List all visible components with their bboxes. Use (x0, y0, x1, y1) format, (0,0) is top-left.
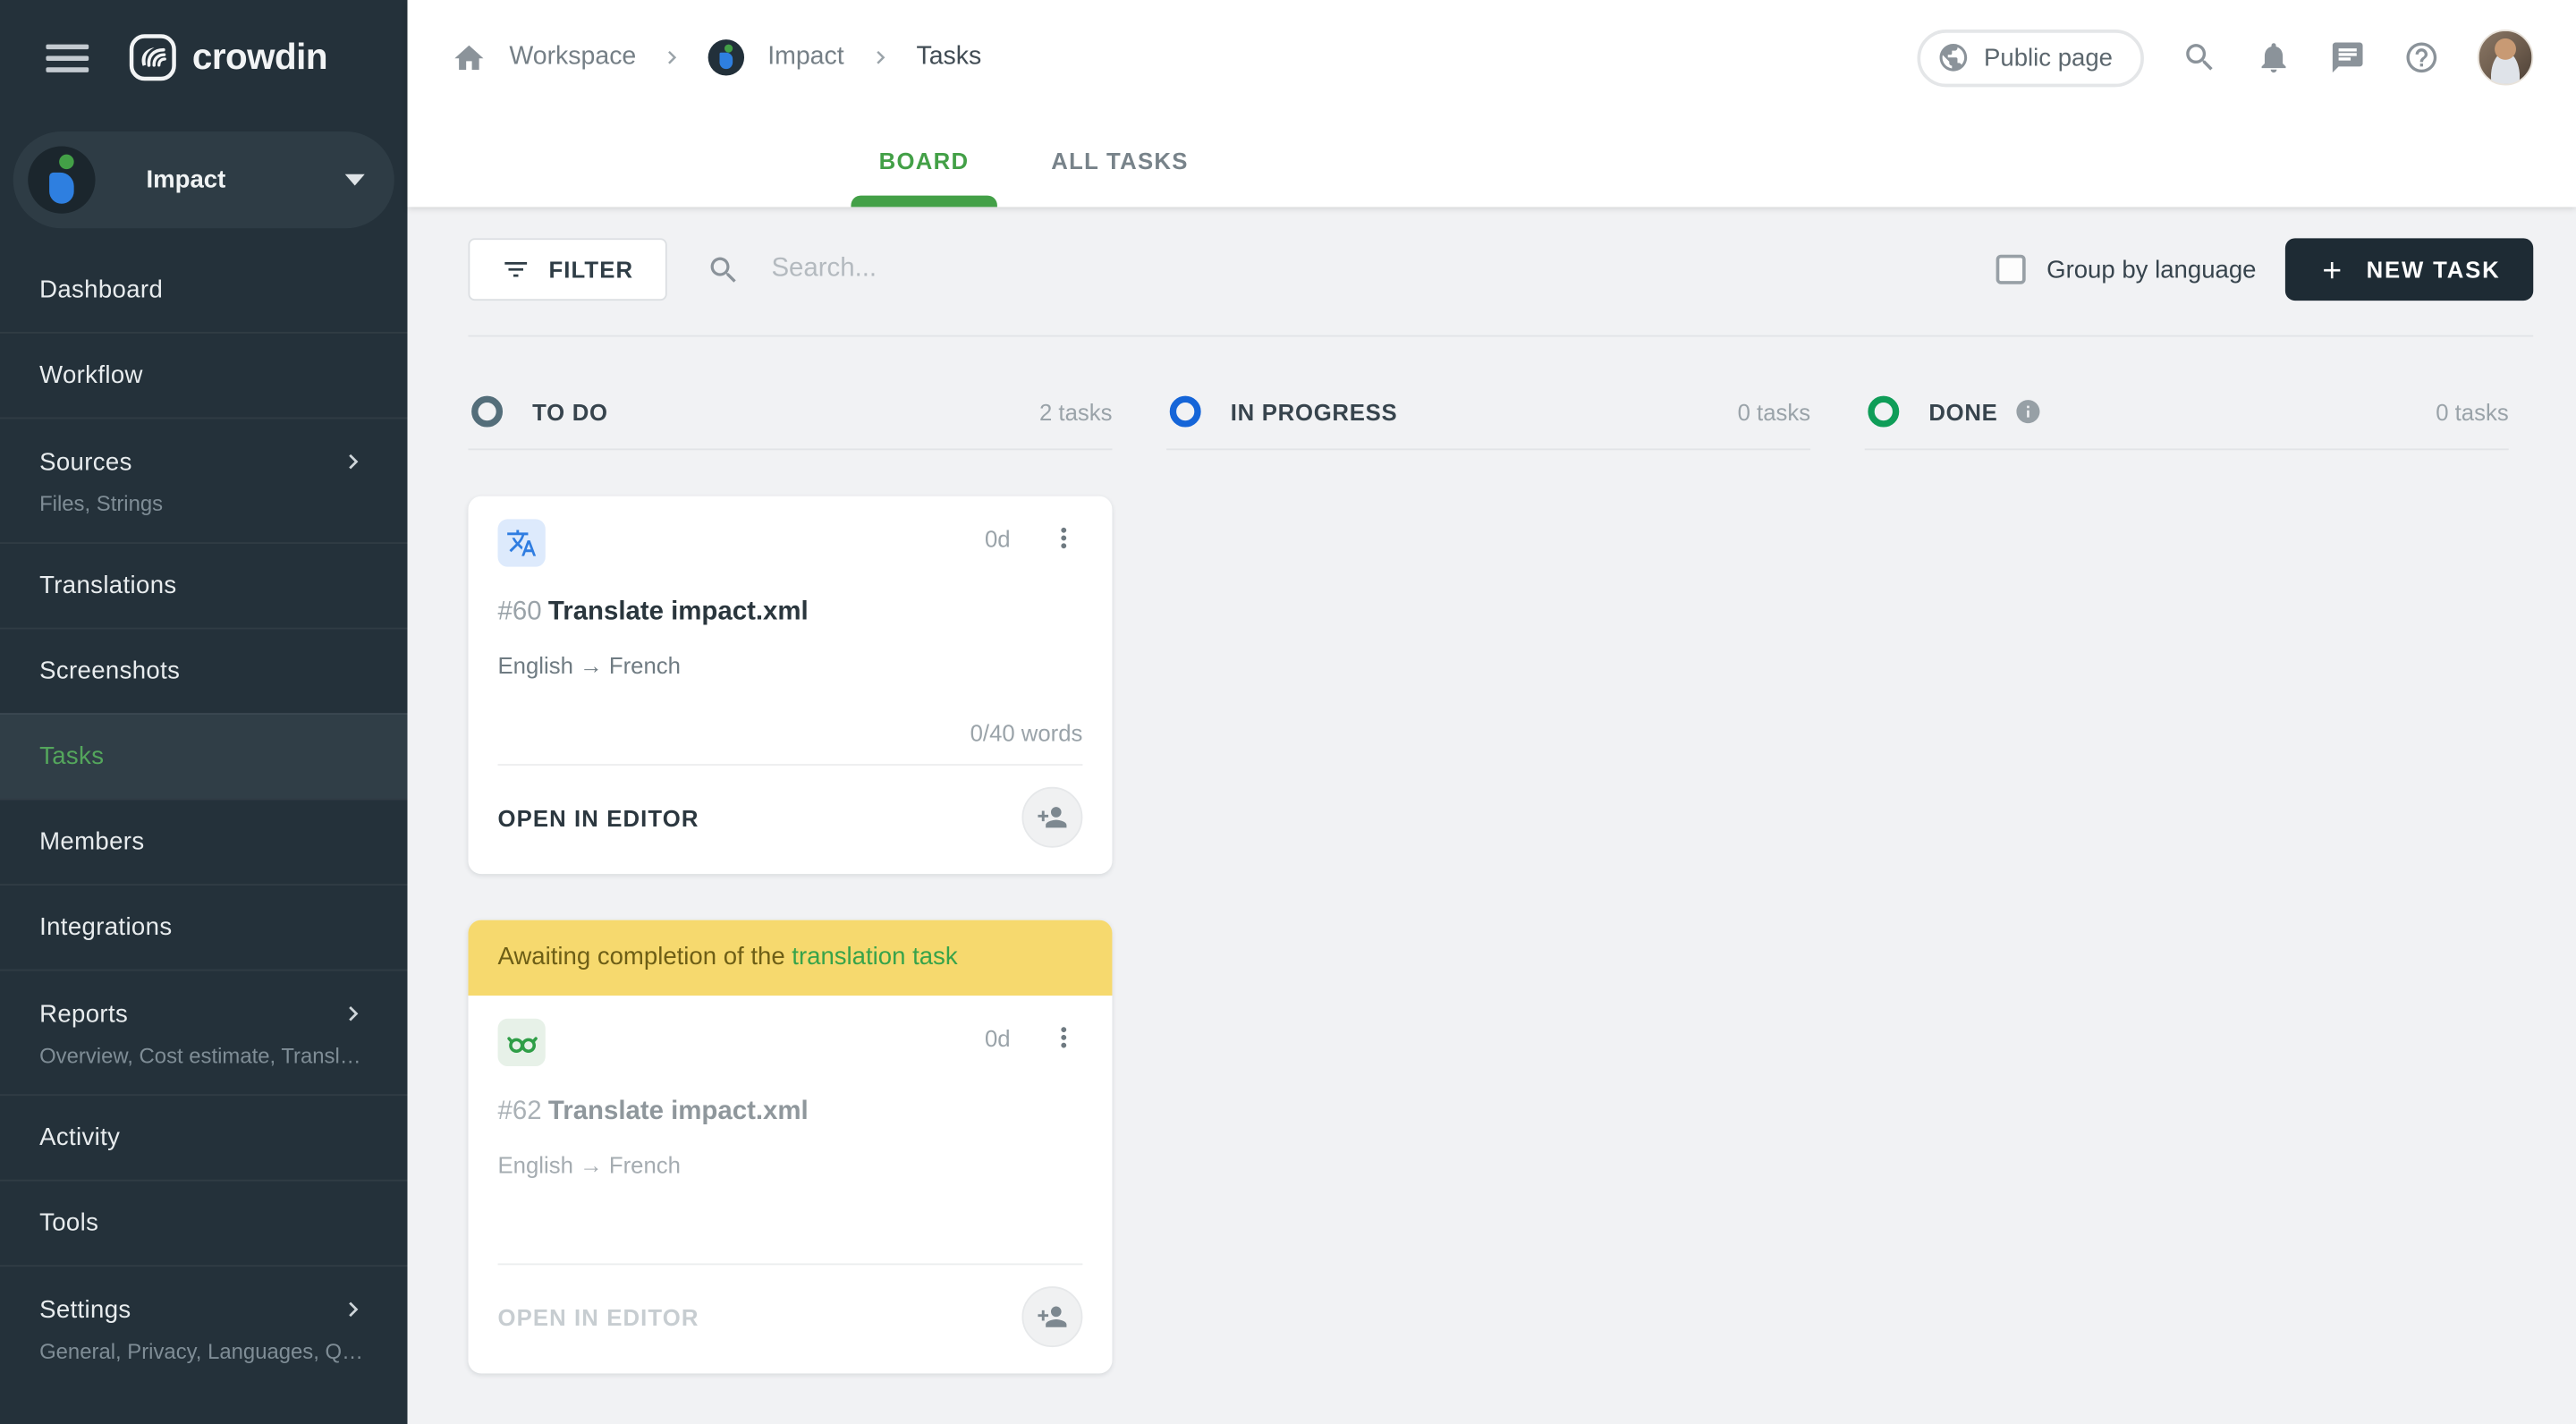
filter-button[interactable]: FILTER (468, 238, 666, 301)
sidebar-item-sources[interactable]: Sources Files, Strings (0, 417, 408, 543)
app-window: crowdin Impact Dashboard Workflow Source… (0, 0, 2576, 1424)
user-avatar[interactable] (2477, 30, 2534, 86)
crowdin-wordmark: crowdin (191, 36, 328, 78)
active-tab-indicator (851, 195, 997, 208)
task-board: FILTER Group by language NEW TASK (407, 207, 2576, 1424)
sidebar-item-screenshots[interactable]: Screenshots (0, 627, 408, 714)
column-header-todo: TO DO 2 tasks (468, 395, 1113, 451)
breadcrumb-workspace[interactable]: Workspace (509, 43, 636, 72)
divider (497, 764, 1083, 766)
column-in-progress: IN PROGRESS 0 tasks (1166, 395, 1811, 1374)
proofread-task-icon (497, 1018, 546, 1067)
globe-icon (1936, 41, 1970, 74)
sidebar-item-translations[interactable]: Translations (0, 542, 408, 628)
task-count: 0 tasks (2436, 398, 2509, 425)
task-language-pair: English → French (497, 1151, 681, 1178)
chevron-down-icon (344, 174, 365, 186)
sidebar-item-activity[interactable]: Activity (0, 1094, 408, 1180)
breadcrumb-project[interactable]: Impact (767, 43, 843, 72)
page-header: Workspace Impact Tasks Public page BOARD… (407, 0, 2576, 208)
open-in-editor-link-disabled: OPEN IN EDITOR (497, 1303, 699, 1330)
sidebar-item-tasks[interactable]: Tasks (0, 713, 408, 799)
tabs: BOARD ALL TASKS (408, 115, 2576, 208)
topbar-actions: Public page (1916, 29, 2534, 87)
public-page-button[interactable]: Public page (1916, 29, 2144, 87)
info-icon[interactable] (2014, 397, 2042, 425)
main-area: Workspace Impact Tasks Public page BOARD… (407, 0, 2576, 1424)
column-header-in-progress: IN PROGRESS 0 tasks (1166, 395, 1811, 451)
column-done: DONE 0 tasks (1864, 395, 2509, 1374)
home-icon[interactable] (452, 40, 487, 75)
crowdin-logo-icon (129, 34, 176, 81)
project-selector[interactable]: Impact (13, 131, 394, 229)
translate-task-icon (497, 519, 546, 567)
chevron-right-icon (867, 45, 893, 71)
hamburger-menu-icon[interactable] (46, 43, 89, 72)
project-logo (28, 146, 96, 214)
due-badge: 0d (984, 524, 1011, 552)
group-by-language-checkbox[interactable] (1996, 254, 2026, 284)
chevron-right-icon (349, 1005, 359, 1021)
task-card-60[interactable]: 0d #60 Translate impact.xml English → Fre… (468, 496, 1113, 875)
group-by-language-toggle[interactable]: Group by language (1996, 254, 2257, 284)
in-progress-status-icon (1169, 395, 1201, 428)
sidebar-item-dashboard[interactable]: Dashboard (0, 248, 408, 332)
chevron-right-icon (659, 45, 685, 71)
breadcrumb-page: Tasks (916, 42, 982, 71)
filter-icon (504, 261, 528, 277)
sidebar-item-workflow[interactable]: Workflow (0, 332, 408, 418)
chevron-right-icon (349, 453, 359, 470)
task-count: 0 tasks (1737, 398, 1811, 425)
done-status-icon (1868, 395, 1900, 428)
project-name: Impact (146, 165, 226, 194)
task-progress: 0/40 words (970, 719, 1083, 746)
add-assignee-button[interactable] (1021, 1286, 1083, 1348)
notifications-bell-icon[interactable] (2256, 39, 2292, 75)
sidebar-item-reports[interactable]: Reports Overview, Cost estimate, Transl… (0, 969, 408, 1095)
search-icon[interactable] (2182, 39, 2217, 75)
sidebar-item-integrations[interactable]: Integrations (0, 884, 408, 970)
chevron-right-icon (349, 1301, 359, 1318)
column-header-done: DONE 0 tasks (1864, 395, 2509, 451)
sidebar-nav: Dashboard Workflow Sources Files, String… (0, 248, 408, 1424)
sidebar-item-members[interactable]: Members (0, 798, 408, 885)
board-toolbar: FILTER Group by language NEW TASK (468, 207, 2534, 337)
sidebar-item-tools[interactable]: Tools (0, 1179, 408, 1266)
blocked-banner: Awaiting completion of the translation t… (468, 920, 1113, 996)
new-task-button[interactable]: NEW TASK (2285, 238, 2534, 301)
task-language-pair: English → French (497, 652, 681, 679)
person-add-icon (1038, 807, 1067, 828)
breadcrumb-project-logo (708, 39, 745, 76)
search-input[interactable] (767, 252, 1459, 286)
plus-icon (2324, 261, 2342, 278)
topbar: Workspace Impact Tasks Public page (408, 0, 2576, 115)
task-count: 2 tasks (1038, 398, 1113, 425)
messages-icon[interactable] (2329, 39, 2365, 75)
due-badge: 0d (984, 1024, 1011, 1051)
board-search (706, 252, 1996, 287)
sidebar: crowdin Impact Dashboard Workflow Source… (0, 0, 408, 1424)
sidebar-item-settings[interactable]: Settings General, Privacy, Languages, Q… (0, 1265, 408, 1390)
column-todo: TO DO 2 tasks 0d #60 Translate impact.xm… (468, 395, 1113, 1374)
crowdin-logo: crowdin (128, 33, 328, 82)
task-card-62[interactable]: Awaiting completion of the translation t… (468, 920, 1113, 1374)
more-vert-icon[interactable] (1045, 519, 1082, 556)
tab-all-tasks[interactable]: ALL TASKS (1023, 115, 1216, 208)
more-vert-icon[interactable] (1045, 1019, 1082, 1056)
board-columns: TO DO 2 tasks 0d #60 Translate impact.xm… (468, 395, 2533, 1374)
breadcrumb: Workspace Impact Tasks (452, 39, 1917, 76)
open-in-editor-link[interactable]: OPEN IN EDITOR (498, 804, 699, 830)
tab-board[interactable]: BOARD (851, 115, 997, 208)
add-assignee-button[interactable] (1021, 786, 1083, 848)
help-icon[interactable] (2403, 39, 2439, 75)
todo-status-icon (471, 395, 504, 428)
translation-task-link[interactable]: translation task (792, 943, 957, 971)
task-title[interactable]: #60 Translate impact.xml (498, 598, 1083, 628)
person-add-icon (1038, 1306, 1067, 1327)
sidebar-header: crowdin (0, 0, 408, 115)
search-icon (709, 256, 735, 282)
divider (497, 1263, 1083, 1266)
task-title[interactable]: #62 Translate impact.xml (498, 1098, 1083, 1127)
